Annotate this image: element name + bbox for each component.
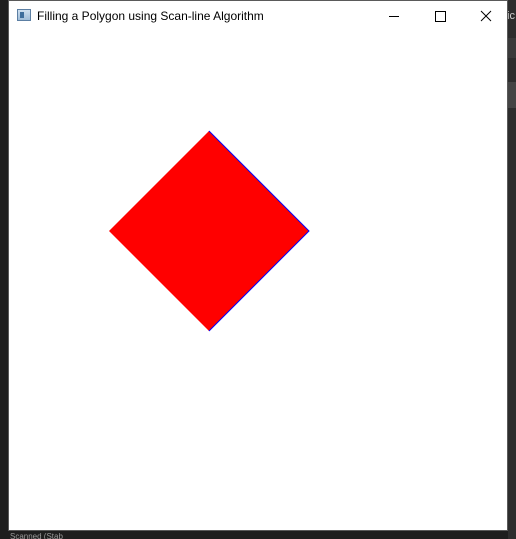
background-app-window	[508, 0, 516, 539]
app-icon[interactable]	[17, 9, 31, 21]
title-bar[interactable]: Filling a Polygon using Scan-line Algori…	[9, 1, 507, 31]
minimize-button[interactable]	[371, 1, 417, 31]
window-title: Filling a Polygon using Scan-line Algori…	[37, 9, 264, 23]
filled-polygon	[109, 131, 309, 331]
maximize-icon	[435, 11, 446, 22]
close-icon	[480, 10, 492, 22]
drawing-canvas-area[interactable]	[9, 31, 507, 530]
background-app-toolbar	[508, 38, 516, 58]
close-button[interactable]	[463, 1, 509, 31]
drawing-canvas[interactable]	[9, 31, 507, 530]
background-app-panel	[508, 82, 516, 108]
maximize-button[interactable]	[417, 1, 463, 31]
minimize-icon	[389, 16, 399, 17]
app-window: Filling a Polygon using Scan-line Algori…	[8, 0, 508, 531]
background-taskbar-label: Scanned (Stab	[10, 533, 63, 539]
